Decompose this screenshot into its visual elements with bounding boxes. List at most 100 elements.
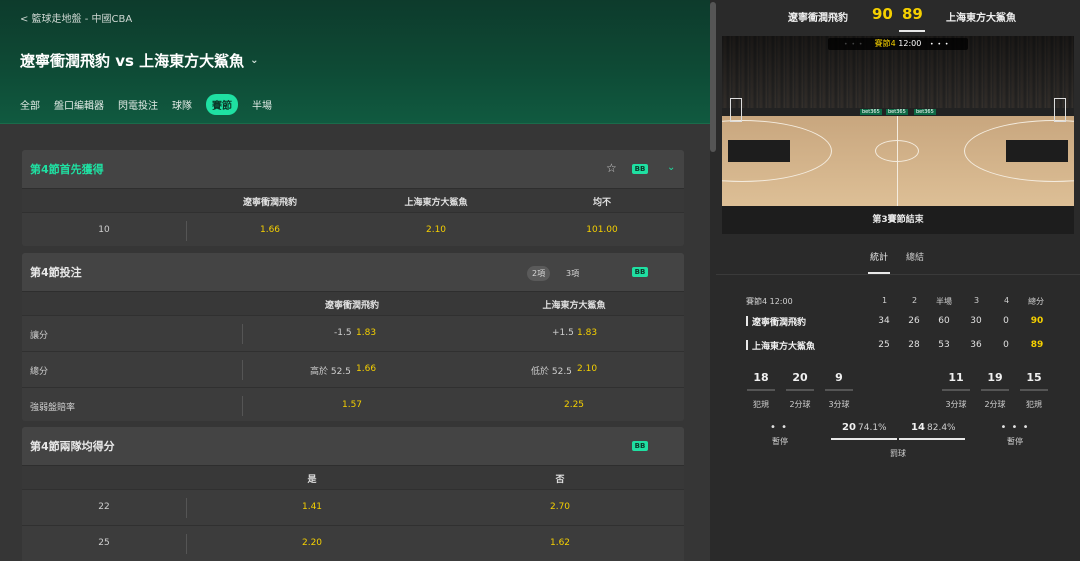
tab-all[interactable]: 全部 xyxy=(20,94,40,115)
market-header[interactable]: 第4節兩隊均得分 BB xyxy=(22,427,684,465)
hoop-left xyxy=(730,98,742,122)
tab-half[interactable]: 半場 xyxy=(252,94,272,115)
tab-flash-bet[interactable]: 閃電投注 xyxy=(118,94,158,115)
divider xyxy=(242,324,243,344)
odds-away[interactable]: 2.10 xyxy=(426,225,446,235)
odds-no[interactable]: 2.70 xyxy=(550,502,570,512)
court-visualization: bet365 bet365 bet365 • • • 賽節4 12:00 • •… xyxy=(722,36,1074,206)
odds-yes[interactable]: 2.20 xyxy=(302,538,322,548)
tab-quarters[interactable]: 賽節 xyxy=(206,94,238,115)
stat-underline xyxy=(786,389,814,391)
odds-no[interactable]: 1.62 xyxy=(550,538,570,548)
market-q4-both-score: 第4節兩隊均得分 BB 是 否 22 1.41 2.70 25 2.20 1.6… xyxy=(22,427,684,561)
odds-home[interactable]: 1.83 xyxy=(356,328,376,338)
stat-value: 18 xyxy=(753,371,769,384)
row-label: 讓分 xyxy=(30,331,49,341)
divider xyxy=(186,498,187,518)
tab-summary[interactable]: 總結 xyxy=(906,250,924,263)
row-label: 22 xyxy=(98,502,110,512)
odds-home[interactable]: 1.57 xyxy=(342,400,362,410)
line-away: +1.5 xyxy=(552,328,574,338)
stat-label: 犯規 xyxy=(753,400,769,409)
market-column-header: 遼寧衝潤飛豹 上海東方大鯊魚 均不 xyxy=(22,188,684,212)
center-circle xyxy=(875,140,919,162)
stat-value: 19 xyxy=(987,371,1003,384)
stat-label: 犯規 xyxy=(1026,400,1042,409)
stat-value: 11 xyxy=(948,371,964,384)
bb-badge: BB xyxy=(632,164,648,174)
chevron-down-icon[interactable]: ⌄ xyxy=(667,162,675,173)
divider xyxy=(242,360,243,380)
home-team-name: 遼寧衝潤飛豹 xyxy=(788,13,848,24)
stat-underline xyxy=(981,389,1009,391)
odds-away[interactable]: 2.25 xyxy=(564,400,584,410)
team-marker xyxy=(746,340,748,350)
court-status: 第3賽節結束 xyxy=(722,206,1074,234)
ft-home-value: 20 xyxy=(842,422,856,433)
clock-period: 賽節4 xyxy=(874,39,896,48)
odds-away[interactable]: 1.83 xyxy=(577,328,597,338)
timeouts-label: 暫停 xyxy=(772,437,788,446)
market-title: 第4節兩隊均得分 xyxy=(30,440,115,453)
market-column-header: 是 否 xyxy=(22,465,684,489)
ad-board: bet365 xyxy=(886,109,908,115)
tab-teams[interactable]: 球隊 xyxy=(172,94,192,115)
grid-cell: 25 xyxy=(878,340,890,350)
live-panel: 遼寧衝潤飛豹 90 89 上海東方大鯊魚 bet365 bet365 bet36… xyxy=(716,0,1080,561)
row-label: 總分 xyxy=(30,367,49,377)
grid-period-label: 賽節4 12:00 xyxy=(746,297,793,306)
match-title[interactable]: 遼寧衝潤飛豹 vs 上海東方大鯊魚 ⌄ xyxy=(20,50,259,71)
odds-home[interactable]: 1.66 xyxy=(356,364,376,374)
stat-label: 3分球 xyxy=(945,400,967,409)
divider xyxy=(716,274,1080,275)
line-home: -1.5 xyxy=(334,328,352,338)
breadcrumb[interactable]: < 籃球走地盤 - 中國CBA xyxy=(20,10,132,25)
ft-away-pct: 82.4% xyxy=(927,423,956,433)
row-label: 25 xyxy=(98,538,110,548)
line-away: 低於 52.5 xyxy=(531,367,572,377)
row-label: 10 xyxy=(98,225,110,235)
market-header[interactable]: 第4節投注 2項 3項 BB xyxy=(22,253,684,291)
grid-col-3: 3 xyxy=(974,296,980,305)
grid-col-total: 總分 xyxy=(1028,297,1044,306)
segment-2-way[interactable]: 2項 xyxy=(527,266,551,281)
ft-away-bar xyxy=(899,438,965,440)
table-row: 10 1.66 2.10 101.00 xyxy=(22,212,684,246)
stat-underline xyxy=(825,389,853,391)
segment-3-way[interactable]: 3項 xyxy=(566,268,579,279)
timeouts-label: 暫停 xyxy=(1007,437,1023,446)
grid-home-name: 遼寧衝潤飛豹 xyxy=(752,318,807,328)
bb-badge: BB xyxy=(632,267,648,277)
grid-cell: 36 xyxy=(970,340,982,350)
market-title: 第4節投注 xyxy=(30,266,82,279)
column-no: 否 xyxy=(555,475,565,485)
odds-home[interactable]: 1.66 xyxy=(260,225,280,235)
market-column-header: 遼寧衝潤飛豹 上海東方大鯊魚 xyxy=(22,291,684,315)
market-q4-first-to: 第4節首先獲得 ☆ BB ⌄ 遼寧衝潤飛豹 上海東方大鯊魚 均不 10 1.66… xyxy=(22,150,684,246)
tab-stats[interactable]: 統計 xyxy=(870,250,888,263)
tab-bet-builder[interactable]: 盤口編輯器 xyxy=(54,94,104,115)
odds-away[interactable]: 2.10 xyxy=(577,364,597,374)
ft-label: 罰球 xyxy=(890,449,906,458)
grid-cell: 0 xyxy=(1003,340,1009,350)
column-home: 遼寧衝潤飛豹 xyxy=(242,198,298,208)
chevron-down-icon[interactable]: ⌄ xyxy=(250,55,258,66)
line-home: 高於 52.5 xyxy=(310,367,351,377)
stat-value: 20 xyxy=(792,371,808,384)
stat-label: 2分球 xyxy=(984,400,1006,409)
grid-away-name: 上海東方大鯊魚 xyxy=(752,342,816,352)
stat-value: 15 xyxy=(1026,371,1042,384)
table-row: 讓分 -1.5 1.83 +1.5 1.83 xyxy=(22,315,684,351)
table-row: 強弱盤賠率 1.57 2.25 xyxy=(22,387,684,421)
ad-board: bet365 xyxy=(914,109,936,115)
market-header[interactable]: 第4節首先獲得 ☆ BB ⌄ xyxy=(22,150,684,188)
odds-neither[interactable]: 101.00 xyxy=(586,225,618,235)
timeout-dots-icon: • • • xyxy=(930,41,950,48)
column-away: 上海東方大鯊魚 xyxy=(404,198,468,208)
star-icon[interactable]: ☆ xyxy=(606,161,617,175)
app: < 籃球走地盤 - 中國CBA 遼寧衝潤飛豹 vs 上海東方大鯊魚 ⌄ 全部 盤… xyxy=(0,0,1080,561)
grid-cell: 26 xyxy=(908,316,920,326)
hoop-right xyxy=(1054,98,1066,122)
bb-badge: BB xyxy=(632,441,648,451)
odds-yes[interactable]: 1.41 xyxy=(302,502,322,512)
